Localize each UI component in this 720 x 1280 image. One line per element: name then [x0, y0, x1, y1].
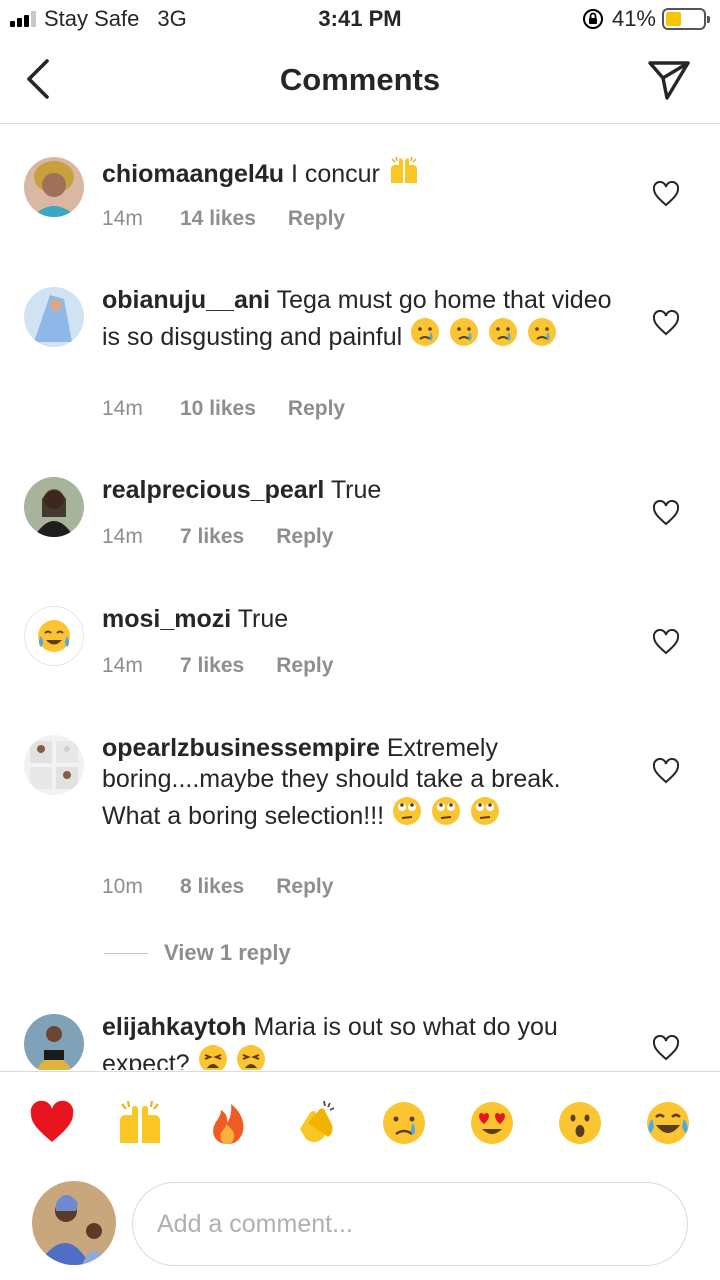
avatar[interactable]: [24, 735, 84, 795]
comment-username[interactable]: elijahkaytoh: [102, 1013, 247, 1041]
comment-composer: [0, 1171, 720, 1280]
reply-button[interactable]: Reply: [276, 654, 333, 678]
clapping-hands-icon[interactable]: [292, 1099, 340, 1147]
hushed-face-icon[interactable]: [556, 1099, 604, 1147]
comment-time: 10m: [102, 875, 143, 898]
comment-username[interactable]: opearlzbusinessempire: [102, 734, 380, 762]
comment-username[interactable]: mosi_mozi: [102, 605, 231, 633]
reply-thread-line: [104, 952, 148, 954]
comment-text: I concur: [290, 160, 380, 188]
avatar[interactable]: [24, 287, 84, 347]
battery-percent: 41%: [611, 6, 656, 31]
avatar[interactable]: [24, 606, 84, 666]
eye-roll-face-icon: [391, 797, 501, 830]
comment-likes[interactable]: 7 likes: [180, 654, 244, 678]
comment-text: True: [237, 605, 289, 633]
heart-eyes-face-icon[interactable]: [468, 1099, 516, 1147]
red-heart-icon[interactable]: [28, 1099, 76, 1147]
page-title: Comments: [279, 62, 441, 97]
reply-button[interactable]: Reply: [276, 875, 333, 899]
like-heart-icon[interactable]: [652, 758, 680, 784]
comments-list[interactable]: chiomaangel4u I concur 14m 14 likes Repl…: [0, 125, 720, 1070]
view-replies-button[interactable]: View 1 reply: [104, 940, 291, 966]
like-heart-icon[interactable]: [652, 310, 680, 336]
comment-time: 14m: [102, 397, 143, 420]
raising-hands-icon: [390, 156, 417, 183]
reply-button[interactable]: Reply: [288, 207, 345, 231]
comment-time: 14m: [102, 525, 143, 548]
reply-button[interactable]: Reply: [288, 397, 345, 421]
orientation-lock-icon: [582, 9, 603, 29]
comment-text: True: [330, 476, 382, 504]
weary-face-icon: [197, 1045, 268, 1070]
crying-face-icon: [409, 318, 558, 351]
nav-header: Comments: [0, 40, 720, 124]
comment-username[interactable]: realprecious_pearl: [102, 476, 324, 504]
comment-time: 14m: [102, 207, 143, 230]
battery-icon: [662, 8, 710, 30]
tears-of-joy-face-icon[interactable]: [644, 1099, 692, 1147]
crying-face-icon[interactable]: [380, 1099, 428, 1147]
like-heart-icon[interactable]: [652, 181, 680, 207]
view-replies-label: View 1 reply: [164, 940, 291, 965]
comment-username[interactable]: obianuju__ani: [102, 286, 270, 314]
avatar[interactable]: [24, 477, 84, 537]
comment-likes[interactable]: 10 likes: [180, 397, 256, 421]
like-heart-icon[interactable]: [652, 500, 680, 526]
share-button[interactable]: [644, 56, 694, 104]
like-heart-icon[interactable]: [652, 629, 680, 655]
like-heart-icon[interactable]: [652, 1035, 680, 1061]
status-bar: Stay Safe 3G 3:41 PM 41%: [0, 0, 720, 40]
raising-hands-icon[interactable]: [116, 1099, 164, 1147]
comment-likes[interactable]: 7 likes: [180, 525, 244, 549]
paper-plane-icon: [648, 61, 690, 100]
emoji-reaction-bar: [0, 1071, 720, 1171]
comment-username[interactable]: chiomaangel4u: [102, 160, 284, 188]
comment-input[interactable]: [132, 1182, 688, 1266]
comment-time: 14m: [102, 654, 143, 677]
avatar[interactable]: [24, 1014, 84, 1070]
fire-icon[interactable]: [204, 1099, 252, 1147]
reply-button[interactable]: Reply: [276, 525, 333, 549]
avatar[interactable]: [24, 157, 84, 217]
comment-likes[interactable]: 8 likes: [180, 875, 244, 899]
comment-likes[interactable]: 14 likes: [180, 207, 256, 231]
avatar: [32, 1181, 116, 1265]
